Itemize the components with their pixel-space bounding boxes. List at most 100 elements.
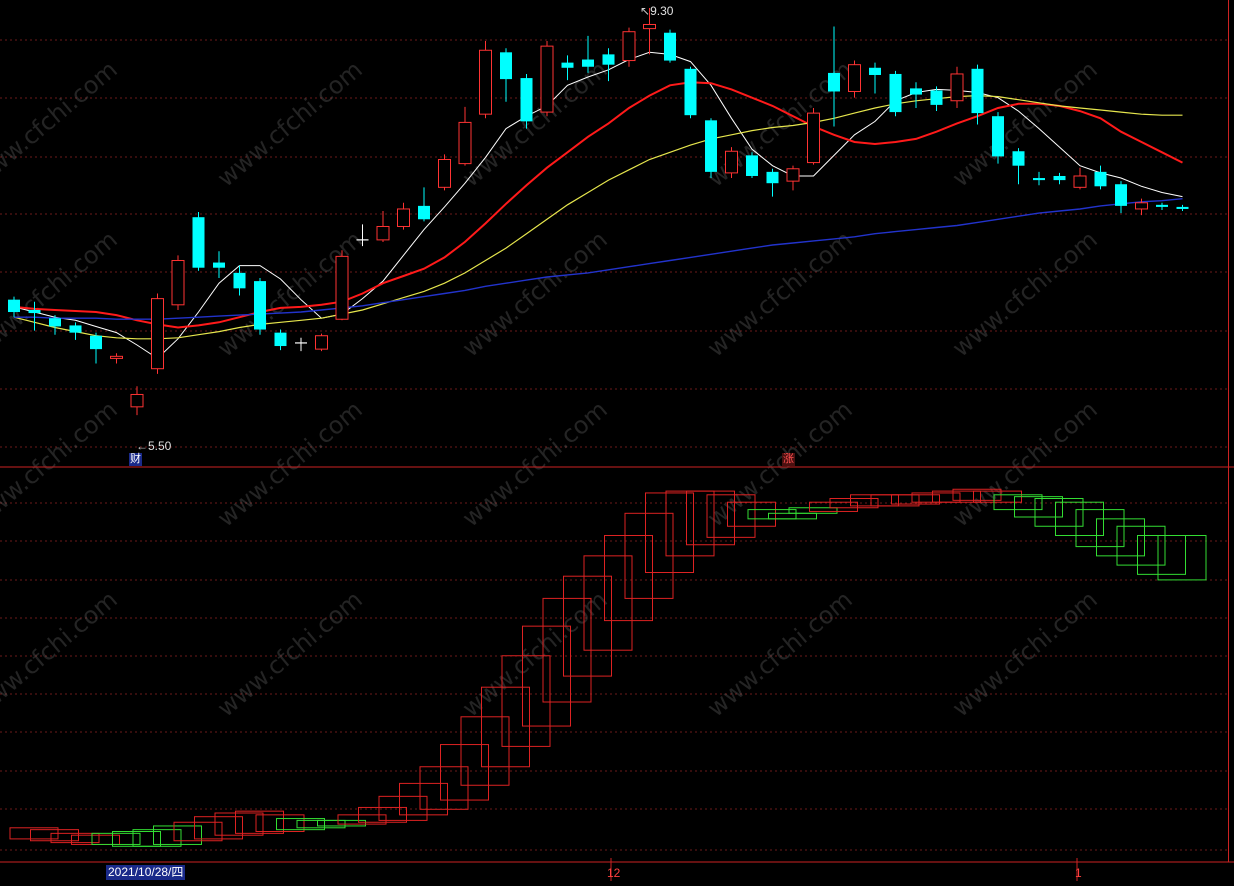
candle-body [438, 158, 451, 188]
candle-23 [479, 40, 492, 119]
candle-53 [1094, 165, 1107, 190]
watermark-1: www.cfchi.com [212, 55, 368, 192]
candle-body [540, 45, 554, 113]
candle-26 [540, 40, 554, 117]
candle-body [110, 355, 123, 359]
x-tick-label-dec: 12 [607, 866, 621, 880]
candle-30 [622, 27, 636, 67]
candle-37 [766, 168, 779, 197]
candle-46 [950, 66, 964, 108]
watermark-9: www.cfchi.com [947, 225, 1103, 362]
candle-33 [684, 66, 697, 119]
candle-body [971, 68, 984, 114]
limit-up-badge[interactable]: 涨 [782, 453, 795, 466]
candle-10 [213, 251, 225, 279]
watermark-5: www.cfchi.com [0, 225, 123, 362]
watermark-16: www.cfchi.com [212, 585, 368, 722]
stock-chart[interactable]: www.cfchi.com www.cfchi.com www.cfchi.com w… [0, 0, 1234, 881]
candle-body [725, 150, 738, 174]
candle-7 [151, 293, 164, 374]
finance-report-badge[interactable]: 财 [129, 453, 142, 466]
candle-13 [274, 329, 287, 351]
candle-body [1012, 151, 1025, 166]
candle-body [192, 217, 205, 268]
candle-49 [1012, 148, 1025, 185]
x-tick-label-jan: 1 [1075, 866, 1082, 880]
candle-41 [848, 60, 861, 98]
candle-body [1053, 175, 1066, 181]
watermark-7: www.cfchi.com [457, 225, 613, 362]
candle-body [500, 52, 512, 80]
candle-4 [90, 332, 102, 364]
candle-body [1135, 202, 1148, 210]
candle-body [1176, 206, 1189, 209]
low-price-label: ←5.50 [136, 439, 172, 453]
candle-16 [335, 250, 349, 321]
candle-body [807, 112, 820, 164]
candle-body [992, 116, 1004, 157]
candle-body [397, 208, 410, 227]
candle-51 [1053, 172, 1066, 185]
candle-body [622, 31, 636, 62]
candle-body [49, 318, 61, 327]
candle-body [151, 298, 164, 370]
candle-15 [315, 333, 328, 352]
candle-body [746, 155, 758, 176]
candle-body [335, 255, 349, 320]
candle-32 [664, 29, 676, 63]
candle-body [458, 121, 472, 165]
watermark-18: www.cfchi.com [702, 585, 858, 722]
candle-body [848, 64, 861, 92]
candle-14 [295, 337, 307, 352]
candle-54 [1115, 181, 1127, 214]
watermark-10: www.cfchi.com [0, 395, 123, 532]
candle-body [1033, 178, 1045, 181]
candle-6 [130, 386, 144, 416]
candle-body [315, 335, 328, 350]
candle-body [274, 332, 287, 347]
candle-52 [1073, 167, 1087, 190]
candle-body [1073, 175, 1087, 188]
candle-body [869, 67, 881, 75]
candle-body [582, 59, 594, 67]
chart-canvas[interactable]: www.cfchi.com www.cfchi.com www.cfchi.com w… [0, 0, 1234, 881]
candle-18 [376, 211, 390, 242]
candle-body [1115, 184, 1127, 206]
candle-25 [520, 73, 533, 129]
watermark-0: www.cfchi.com [0, 55, 123, 192]
candle-24 [500, 48, 512, 102]
candle-body [643, 23, 656, 30]
candle-body [520, 78, 533, 122]
candle-body [90, 335, 102, 350]
candle-57 [1176, 204, 1189, 212]
candle-56 [1156, 202, 1168, 210]
candle-50 [1033, 171, 1045, 186]
cursor-date-label: 2021/10/28/四 [106, 865, 186, 880]
candle-body [1094, 171, 1107, 187]
candle-20 [418, 187, 430, 222]
candle-body [828, 72, 840, 92]
candle-5 [110, 353, 123, 364]
candle-44 [910, 82, 922, 108]
candle-body [479, 49, 492, 115]
candle-42 [869, 62, 881, 94]
high-price-label: ↖9.30 [640, 4, 674, 18]
candle-body [69, 325, 82, 333]
candle-body [705, 120, 717, 172]
candle-19 [397, 202, 410, 230]
candle-43 [889, 70, 902, 117]
candle-38 [786, 165, 800, 191]
candle-body [766, 171, 779, 184]
watermark-15: www.cfchi.com [0, 585, 123, 722]
candle-48 [992, 112, 1004, 164]
candle-body [910, 88, 922, 95]
candle-body [889, 73, 902, 113]
candle-body [602, 54, 615, 65]
candle-body [1156, 204, 1168, 207]
watermark-14: www.cfchi.com [947, 395, 1103, 532]
watermark-11: www.cfchi.com [212, 395, 368, 532]
candle-body [233, 272, 246, 289]
candle-39 [807, 107, 820, 165]
candle-body [561, 62, 574, 68]
candle-body [171, 259, 185, 306]
